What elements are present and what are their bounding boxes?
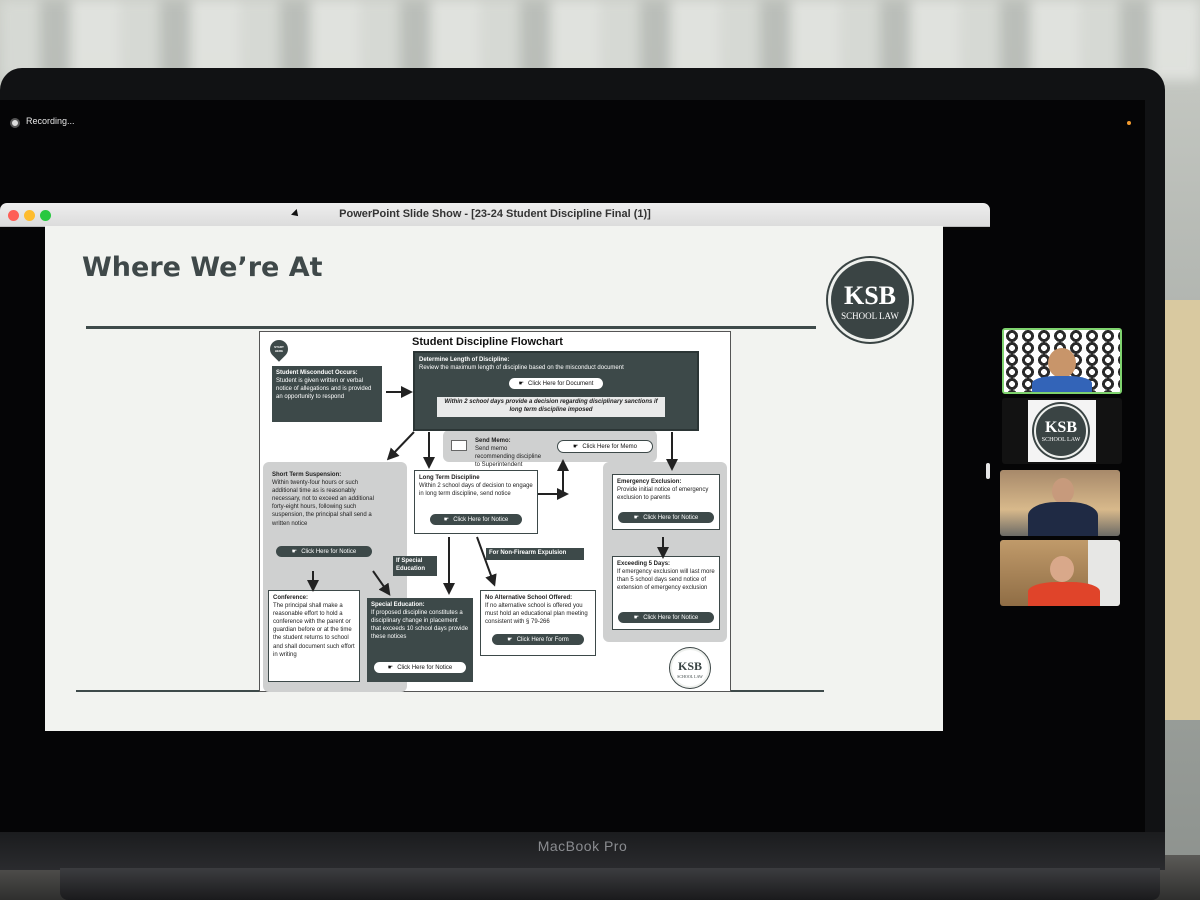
participant-4-avatar bbox=[1050, 556, 1074, 582]
window-title: PowerPoint Slide Show - [23-24 Student D… bbox=[339, 208, 651, 220]
arrow-to-short-term bbox=[386, 431, 415, 461]
participant-tile-1[interactable] bbox=[1002, 328, 1122, 394]
participant-1-shirt bbox=[1032, 376, 1092, 392]
recording-label: Recording... bbox=[26, 116, 75, 126]
camera-indicator-icon bbox=[1127, 121, 1131, 125]
participant-tile-4[interactable] bbox=[1000, 540, 1120, 606]
participant-1-avatar bbox=[1048, 348, 1076, 378]
participant-3-shirt bbox=[1028, 502, 1098, 536]
slide-title: Where We’re At bbox=[82, 252, 323, 283]
laptop-base bbox=[60, 868, 1160, 900]
participant-tile-2[interactable]: KSB SCHOOL LAW bbox=[1002, 398, 1122, 464]
window-titlebar[interactable]: PowerPoint Slide Show - [23-24 Student D… bbox=[0, 203, 990, 227]
panel-resize-handle[interactable] bbox=[986, 463, 990, 479]
participant-3-avatar bbox=[1052, 478, 1074, 504]
laptop-model-label: MacBook Pro bbox=[537, 838, 628, 854]
participant-tile-3[interactable] bbox=[1000, 470, 1120, 536]
recording-icon bbox=[10, 118, 20, 128]
arrow-to-special-ed bbox=[372, 570, 391, 596]
flowchart-arrows bbox=[307, 386, 678, 596]
ksb-logo: KSB SCHOOL LAW bbox=[828, 258, 912, 342]
background-cabinet bbox=[1160, 300, 1200, 720]
arrow-to-no-alternative bbox=[476, 536, 497, 587]
participant-ksb-logo: KSB SCHOOL LAW bbox=[1034, 404, 1088, 458]
slide-top-rule bbox=[86, 326, 816, 329]
participant-4-shirt bbox=[1028, 582, 1100, 606]
